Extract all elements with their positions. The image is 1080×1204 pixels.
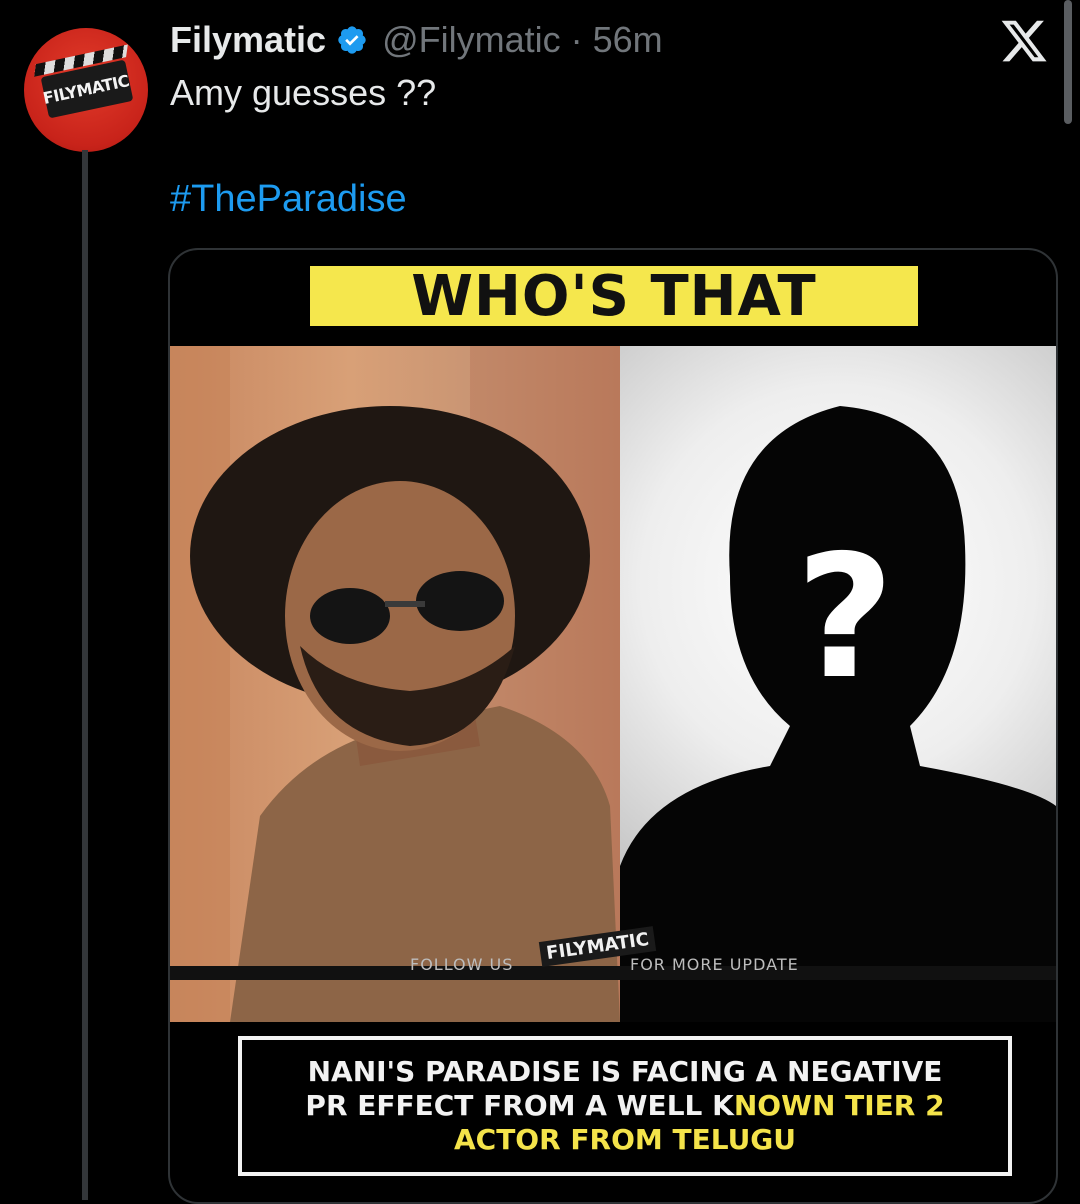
- caption-line-2-white: PR EFFECT FROM A WELL K: [305, 1089, 734, 1122]
- scrollbar[interactable]: [1064, 0, 1072, 124]
- tweet-text: Amy guesses ??: [170, 72, 437, 113]
- separator: ·: [570, 19, 583, 60]
- actor-illustration: [170, 346, 620, 1022]
- display-name[interactable]: Filymatic: [170, 19, 326, 61]
- tweet-header: Filymatic @Filymatic · 56m: [170, 16, 663, 64]
- thread-line: [82, 150, 88, 1200]
- watermark-logo: FILYMATIC: [538, 926, 657, 972]
- silhouette-illustration: ?: [620, 406, 1056, 1022]
- hashtag-link[interactable]: #TheParadise: [170, 178, 407, 221]
- mystery-photo: ?: [620, 346, 1056, 1022]
- caption-box: NANI'S PARADISE IS FACING A NEGATIVE PR …: [238, 1036, 1012, 1176]
- caption-line-2-yellow: NOWN TIER 2: [733, 1089, 945, 1122]
- handle[interactable]: @Filymatic · 56m: [382, 19, 663, 61]
- handle-text[interactable]: @Filymatic: [382, 19, 561, 60]
- timestamp[interactable]: 56m: [593, 19, 663, 60]
- media-card[interactable]: WHO'S THAT ? FOLLOW US FILYMATIC FOR MOR…: [168, 248, 1058, 1204]
- verified-badge-icon: [338, 26, 366, 54]
- caption-line-3: ACTOR FROM TELUGU: [453, 1123, 797, 1156]
- avatar[interactable]: FILYMATIC: [24, 28, 148, 152]
- caption-line-1: NANI'S PARADISE IS FACING A NEGATIVE: [307, 1055, 943, 1088]
- caption-line-2: PR EFFECT FROM A WELL KNOWN TIER 2: [305, 1089, 944, 1123]
- x-logo-icon[interactable]: [998, 16, 1050, 66]
- actor-photo: [170, 346, 620, 1022]
- banner-title: WHO'S THAT: [310, 264, 918, 329]
- follow-us-text: FOLLOW US: [410, 955, 514, 974]
- more-update-text: FOR MORE UPDATE: [630, 955, 799, 974]
- question-mark: ?: [796, 519, 895, 717]
